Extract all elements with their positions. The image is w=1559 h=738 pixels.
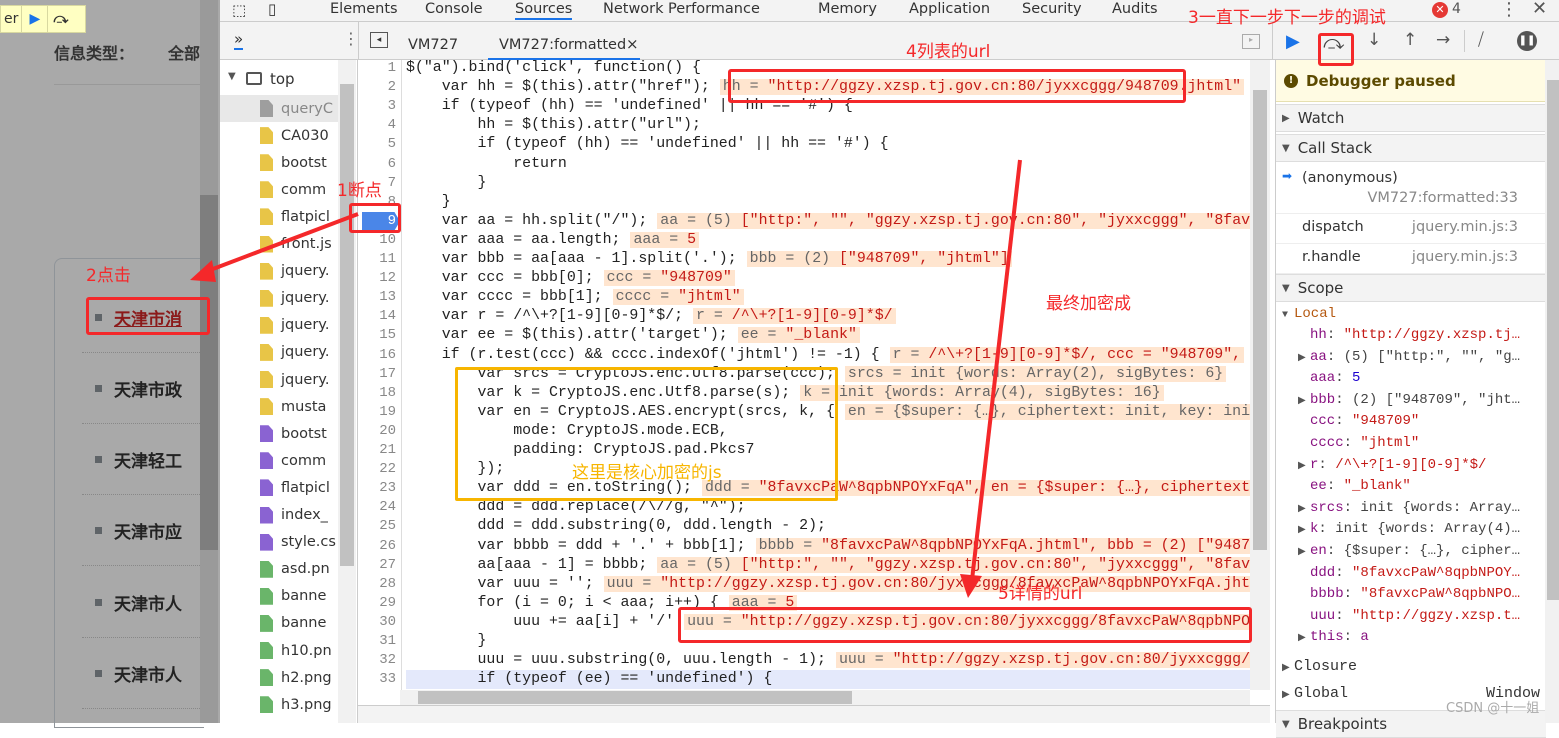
list-url-highlight [728, 69, 1186, 103]
annotation-final-encrypted: 最终加密成 [1046, 294, 1131, 314]
step-over-highlight [1318, 33, 1354, 66]
arrowhead [190, 260, 216, 282]
annotation-step-debug: 3一直下一步下一步的调试 [1188, 8, 1386, 28]
arrow-to-detail-url [970, 159, 1022, 581]
annotation-detail-url: 5详情的url [998, 584, 1083, 604]
breakpoint-highlight [349, 203, 401, 233]
annotation-click: 2点击 [86, 266, 131, 286]
annotation-breakpoint: 1断点 [337, 181, 382, 201]
detail-url-highlight [678, 607, 1252, 643]
annotation-core-js: 这里是核心加密的js [572, 463, 722, 483]
clicked-item-highlight [86, 297, 210, 335]
annotation-list-url: 4列表的url [906, 42, 991, 62]
arrow-to-list-item [204, 212, 359, 274]
arrowhead [960, 574, 982, 598]
watermark: CSDN @十一姐 [1446, 701, 1540, 716]
